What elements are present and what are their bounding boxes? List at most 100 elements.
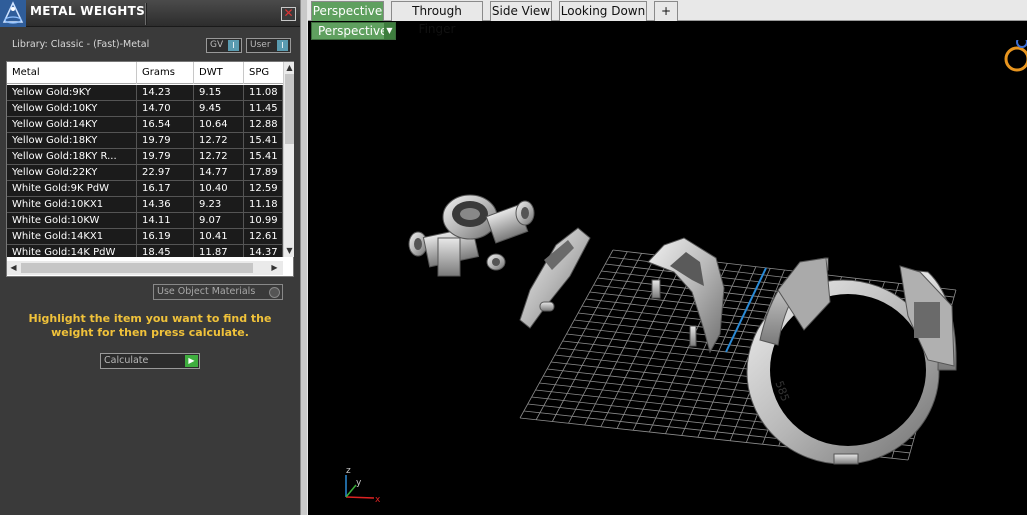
- use-object-materials-option[interactable]: Use Object Materials: [153, 284, 283, 300]
- panel-title: METAL WEIGHTS: [30, 4, 146, 18]
- ring-left-shoulder-part: [647, 237, 725, 354]
- gv-toggle-label: GV: [210, 40, 224, 50]
- table-row[interactable]: White Gold:10KX1 14.36 9.23 11.18: [7, 197, 283, 213]
- horizontal-scroll-thumb[interactable]: [21, 263, 253, 273]
- column-header-grams[interactable]: Grams: [137, 62, 194, 84]
- table-header: Metal Grams DWT SPG: [7, 62, 283, 84]
- instruction-text: Highlight the item you want to find the …: [28, 312, 272, 339]
- table-row[interactable]: White Gold:10KW 14.11 9.07 10.99: [7, 213, 283, 229]
- cell-grams: 14.23: [137, 85, 194, 101]
- axis-z-label: z: [346, 466, 351, 476]
- tab-side-view[interactable]: Side View: [490, 1, 552, 21]
- tab-perspective[interactable]: Perspective: [311, 1, 384, 21]
- cell-grams: 14.11: [137, 213, 194, 229]
- cell-metal: White Gold:14K PdW: [7, 245, 137, 257]
- column-header-spg[interactable]: SPG: [244, 62, 283, 84]
- cell-dwt: 9.23: [194, 197, 244, 213]
- axis-y-label: y: [356, 478, 362, 488]
- radio-icon[interactable]: [269, 287, 280, 298]
- cell-grams: 16.54: [137, 117, 194, 133]
- view-mode-dropdown[interactable]: Perspective ▼: [311, 22, 396, 40]
- cell-dwt: 11.87: [194, 245, 244, 257]
- cell-metal: Yellow Gold:18KY R...: [7, 149, 137, 165]
- app-logo-icon: [0, 0, 26, 27]
- cell-spg: 11.18: [244, 197, 283, 213]
- close-button[interactable]: ✕: [281, 7, 296, 21]
- table-row[interactable]: White Gold:14K PdW 18.45 11.87 14.37: [7, 245, 283, 257]
- table-row[interactable]: Yellow Gold:10KY 14.70 9.45 11.45: [7, 101, 283, 117]
- 3d-viewport[interactable]: Perspective Through Finger Side View Loo…: [308, 0, 1027, 515]
- column-header-metal[interactable]: Metal: [7, 62, 137, 84]
- user-toggle[interactable]: User I: [246, 38, 291, 53]
- cell-dwt: 9.15: [194, 85, 244, 101]
- view-mode-value: Perspective: [318, 24, 388, 38]
- cell-spg: 12.88: [244, 117, 283, 133]
- scene-canvas[interactable]: 585 z y x: [308, 40, 1027, 515]
- cell-grams: 19.79: [137, 133, 194, 149]
- cell-dwt: 10.40: [194, 181, 244, 197]
- calculate-button[interactable]: Calculate ▶: [100, 353, 200, 369]
- table-row[interactable]: Yellow Gold:18KY R... 19.79 12.72 15.41: [7, 149, 283, 165]
- cell-grams: 18.45: [137, 245, 194, 257]
- gv-toggle[interactable]: GV I: [206, 38, 242, 53]
- table-row[interactable]: Yellow Gold:9KY 14.23 9.15 11.08: [7, 85, 283, 101]
- user-toggle-label: User: [250, 40, 271, 50]
- table-row[interactable]: White Gold:9K PdW 16.17 10.40 12.59: [7, 181, 283, 197]
- cell-spg: 14.37: [244, 245, 283, 257]
- ring-shank-part: 585: [746, 257, 957, 465]
- chevron-down-icon: ▼: [384, 23, 395, 39]
- cell-spg: 11.45: [244, 101, 283, 117]
- cell-metal: Yellow Gold:14KY: [7, 117, 137, 133]
- metal-table: Metal Grams DWT SPG Yellow Gold:9KY 14.23…: [6, 61, 294, 277]
- cell-metal: Yellow Gold:18KY: [7, 133, 137, 149]
- vertical-scrollbar[interactable]: ▲ ▼: [283, 62, 294, 257]
- ring-head-part: [408, 194, 535, 277]
- cell-spg: 15.41: [244, 149, 283, 165]
- scroll-left-icon[interactable]: ◀: [8, 263, 19, 273]
- scroll-right-icon[interactable]: ▶: [269, 263, 280, 273]
- title-separator: [145, 3, 147, 25]
- tab-looking-down[interactable]: Looking Down: [559, 1, 647, 21]
- panel-splitter[interactable]: [300, 0, 308, 515]
- gv-toggle-knob: I: [228, 40, 239, 51]
- cell-metal: Yellow Gold:10KY: [7, 101, 137, 117]
- table-row[interactable]: White Gold:14KX1 16.19 10.41 12.61: [7, 229, 283, 245]
- cell-spg: 12.59: [244, 181, 283, 197]
- cell-metal: White Gold:9K PdW: [7, 181, 137, 197]
- cell-dwt: 12.72: [194, 133, 244, 149]
- cell-spg: 10.99: [244, 213, 283, 229]
- user-toggle-knob: I: [277, 40, 288, 51]
- vertical-scroll-thumb[interactable]: [285, 74, 294, 144]
- cell-spg: 12.61: [244, 229, 283, 245]
- view-tabbar: Perspective Through Finger Side View Loo…: [308, 0, 1027, 36]
- cell-grams: 22.97: [137, 165, 194, 181]
- cell-dwt: 9.07: [194, 213, 244, 229]
- add-tab-button[interactable]: +: [654, 1, 678, 21]
- cell-grams: 16.17: [137, 181, 194, 197]
- ring-view-icon[interactable]: [1004, 40, 1027, 72]
- cell-spg: 15.41: [244, 133, 283, 149]
- table-row[interactable]: Yellow Gold:22KY 22.97 14.77 17.89: [7, 165, 283, 181]
- cell-dwt: 12.72: [194, 149, 244, 165]
- cell-spg: 17.89: [244, 165, 283, 181]
- play-icon: ▶: [185, 355, 198, 367]
- use-object-materials-label: Use Object Materials: [157, 286, 256, 297]
- scroll-down-icon[interactable]: ▼: [284, 246, 295, 256]
- library-label: Library: Classic - (Fast)-Metal: [12, 39, 150, 50]
- tab-through-finger[interactable]: Through Finger: [391, 1, 483, 36]
- horizontal-scrollbar[interactable]: ◀ ▶: [7, 261, 283, 275]
- cell-metal: Yellow Gold:22KY: [7, 165, 137, 181]
- column-header-dwt[interactable]: DWT: [194, 62, 244, 84]
- table-row[interactable]: Yellow Gold:14KY 16.54 10.64 12.88: [7, 117, 283, 133]
- cell-metal: Yellow Gold:9KY: [7, 85, 137, 101]
- panel-titlebar: METAL WEIGHTS ✕: [0, 0, 300, 27]
- table-row[interactable]: Yellow Gold:18KY 19.79 12.72 15.41: [7, 133, 283, 149]
- cell-grams: 16.19: [137, 229, 194, 245]
- scroll-up-icon[interactable]: ▲: [284, 63, 295, 73]
- cell-grams: 19.79: [137, 149, 194, 165]
- cell-grams: 14.36: [137, 197, 194, 213]
- cell-dwt: 10.64: [194, 117, 244, 133]
- axis-gizmo: z y x: [345, 466, 381, 505]
- cell-dwt: 9.45: [194, 101, 244, 117]
- cell-metal: White Gold:14KX1: [7, 229, 137, 245]
